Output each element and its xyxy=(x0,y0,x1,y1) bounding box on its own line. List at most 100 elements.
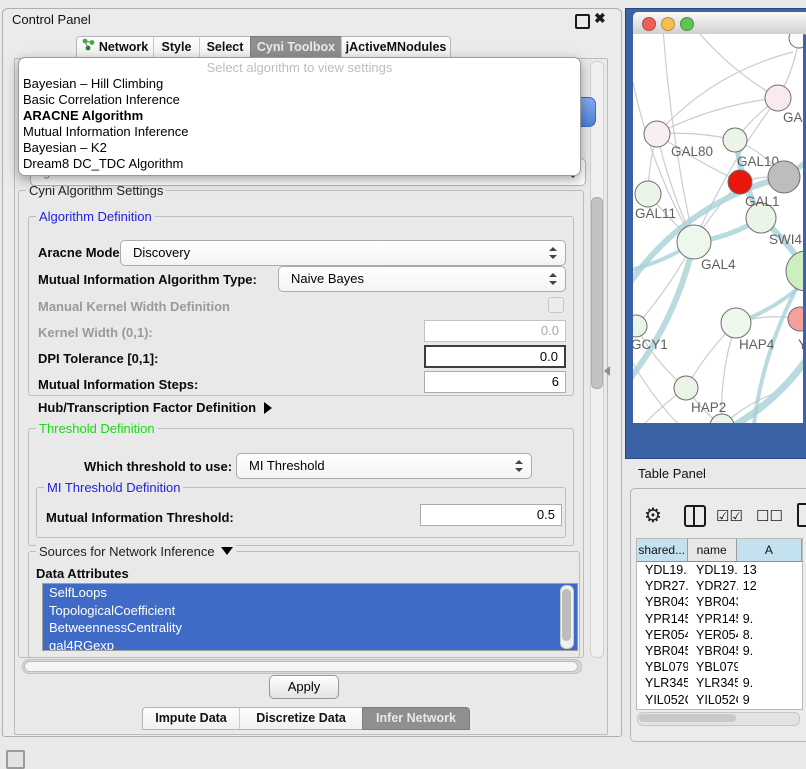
mi-threshold-field[interactable]: 0.5 xyxy=(420,504,562,526)
table-row[interactable]: YER054CYER054C8. xyxy=(637,627,802,643)
mi-algorithm-type-label: Mutual Information Algorithm Type: xyxy=(38,272,257,287)
algorithm-popup-placeholder: Select algorithm to view settings xyxy=(19,60,580,76)
table-cell: YLR345W xyxy=(637,675,688,691)
node-red[interactable] xyxy=(728,170,752,194)
table-row[interactable]: YDL19...YDL19...13 xyxy=(637,562,802,578)
table-cell: 13 xyxy=(738,562,802,578)
node-gal80[interactable] xyxy=(644,121,670,147)
table-cell: YER054C xyxy=(688,627,738,643)
table-cell: 8. xyxy=(738,627,802,643)
panel-divider-collapse-icon[interactable] xyxy=(604,366,610,376)
node-hap4-label: HAP4 xyxy=(739,337,775,352)
table-horizontal-scrollbar-thumb[interactable] xyxy=(639,714,736,722)
node-bottom[interactable] xyxy=(710,414,734,423)
tab-jactivemnodules[interactable]: jActiveMNodules xyxy=(341,36,451,59)
tab-label: Select xyxy=(207,37,244,58)
which-threshold-label: Which threshold to use: xyxy=(84,459,232,474)
column-header-0[interactable]: shared... xyxy=(637,539,688,561)
settings-horizontal-scrollbar-thumb[interactable] xyxy=(24,661,578,672)
dpi-tolerance-field[interactable]: 0.0 xyxy=(424,345,566,368)
table-row[interactable]: YPR145WYPR145W9. xyxy=(637,611,802,627)
table-cell: YIL052C xyxy=(688,692,738,708)
table-row[interactable]: YIL052CYIL052C9 xyxy=(637,692,802,708)
column-header-1[interactable]: name xyxy=(688,539,737,561)
tab-impute-data[interactable]: Impute Data xyxy=(142,707,239,730)
settings-gear-icon[interactable]: ⚙ xyxy=(644,503,662,528)
aracne-mode-combobox[interactable]: Discovery xyxy=(120,240,566,266)
unchecked-checkbox-icon[interactable]: ☐☐ xyxy=(756,507,783,525)
algorithm-option[interactable]: Dream8 DC_TDC Algorithm xyxy=(19,156,580,172)
tab-style[interactable]: Style xyxy=(153,36,199,59)
split-view-icon[interactable] xyxy=(684,505,706,527)
tab-infer-network[interactable]: Infer Network xyxy=(362,707,470,730)
node-table[interactable]: shared...nameA YDL19...YDL19...13YDR27..… xyxy=(636,538,803,710)
node-top[interactable] xyxy=(789,34,803,48)
aracne-mode-label: Aracne Mode: xyxy=(38,245,124,260)
close-icon[interactable]: ✖ xyxy=(594,10,606,27)
tab-cyni-toolbox[interactable]: Cyni Toolbox xyxy=(250,36,341,59)
attribute-list-item[interactable]: SelfLoops xyxy=(43,584,577,602)
node-hap2[interactable] xyxy=(674,376,698,400)
table-cell xyxy=(738,594,802,610)
table-cell: YDL19... xyxy=(637,562,688,578)
kernel-width-field[interactable]: 0.0 xyxy=(424,320,566,342)
manual-kernel-width-checkbox[interactable] xyxy=(548,297,564,313)
table-cell: YPR145W xyxy=(688,611,738,627)
tab-label: Network xyxy=(99,37,148,58)
apply-button[interactable]: Apply xyxy=(269,675,339,699)
node-gal-clipped[interactable] xyxy=(765,85,791,111)
node-swi4[interactable] xyxy=(786,251,803,291)
hub-definition-toggle[interactable]: Hub/Transcription Factor Definition xyxy=(38,400,272,415)
network-canvas[interactable]: GALGAL80GAL10GAL1GAL11SWI4GAL4GCY1HAP4YH… xyxy=(633,34,803,423)
table-row[interactable]: YBR045CYBR045C9. xyxy=(637,643,802,659)
node-gal4[interactable] xyxy=(677,225,711,259)
node-gal10[interactable] xyxy=(723,128,747,152)
table-panel-title: Table Panel xyxy=(638,466,706,481)
close-traffic-light-icon[interactable] xyxy=(642,17,656,31)
data-attributes-list[interactable]: SelfLoopsTopologicalCoefficientBetweenne… xyxy=(42,583,578,651)
algorithm-option[interactable]: Basic Correlation Inference xyxy=(19,92,580,108)
node-gray[interactable] xyxy=(768,161,800,193)
checked-checkbox-icon[interactable]: ☑☑ xyxy=(716,507,743,525)
algorithm-option[interactable]: Bayesian – K2 xyxy=(19,140,580,156)
node-gal11[interactable] xyxy=(635,181,661,207)
table-row[interactable]: YDR27...YDR27...12 xyxy=(637,578,802,594)
attribute-list-item[interactable]: gal4RGexp xyxy=(43,637,577,652)
minimize-traffic-light-icon[interactable] xyxy=(661,17,675,31)
column-header-2[interactable]: A xyxy=(737,539,802,561)
algorithm-option[interactable]: ARACNE Algorithm xyxy=(19,108,580,124)
table-horizontal-scrollbar[interactable] xyxy=(637,712,800,726)
table-row[interactable]: YLR345WYLR345W9. xyxy=(637,675,802,691)
network-window-titlebar[interactable] xyxy=(633,12,806,35)
which-threshold-combobox[interactable]: MI Threshold xyxy=(236,453,532,479)
sources-group-title[interactable]: Sources for Network Inference xyxy=(36,544,236,559)
network-edge-thick[interactable] xyxy=(723,350,803,423)
network-edge[interactable] xyxy=(693,34,778,98)
attributes-list-scrollbar-thumb[interactable] xyxy=(562,589,571,641)
mi-steps-field[interactable]: 6 xyxy=(424,371,566,393)
float-window-icon[interactable] xyxy=(575,14,590,29)
node-y-clipped[interactable] xyxy=(788,307,803,331)
attribute-list-item[interactable]: TopologicalCoefficient xyxy=(43,602,577,620)
algorithm-option[interactable]: Mutual Information Inference xyxy=(19,124,580,140)
tab-network[interactable]: Network xyxy=(76,36,153,59)
combo-arrows-icon xyxy=(549,247,557,259)
table-cell: 9. xyxy=(738,611,802,627)
document-icon[interactable] xyxy=(797,503,806,527)
tab-discretize-data[interactable]: Discretize Data xyxy=(239,707,362,730)
algorithm-option[interactable]: Bayesian – Hill Climbing xyxy=(19,76,580,92)
minimized-panel-icon[interactable] xyxy=(6,750,25,769)
node-hap4[interactable] xyxy=(721,308,751,338)
mi-threshold-definition-title: MI Threshold Definition xyxy=(44,480,183,495)
attribute-list-item[interactable]: BetweennessCentrality xyxy=(43,619,577,637)
settings-horizontal-scrollbar[interactable] xyxy=(22,659,582,674)
table-row[interactable]: YBL079WYBL079W xyxy=(637,659,802,675)
zoom-traffic-light-icon[interactable] xyxy=(680,17,694,31)
table-row[interactable]: YBR043CYBR043C xyxy=(637,594,802,610)
table-cell: 9 xyxy=(738,692,802,708)
mi-algorithm-type-combobox[interactable]: Naive Bayes xyxy=(278,266,566,292)
settings-vertical-scrollbar-thumb[interactable] xyxy=(591,197,603,389)
tab-select[interactable]: Select xyxy=(199,36,250,59)
node-swi4-label: SWI4 xyxy=(769,232,802,247)
node-gcy1[interactable] xyxy=(633,315,647,337)
